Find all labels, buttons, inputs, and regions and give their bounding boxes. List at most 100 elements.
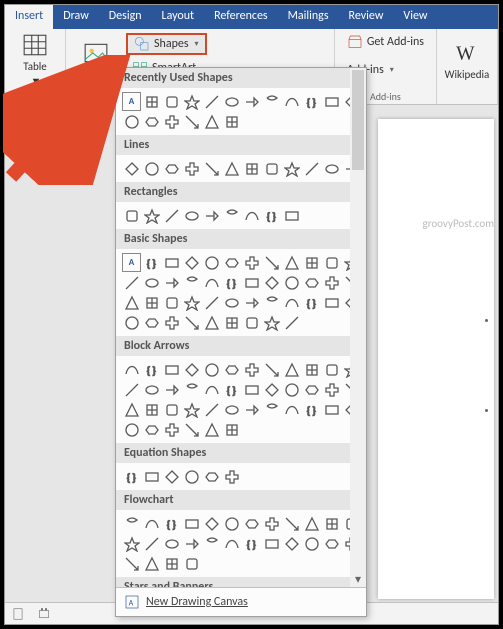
shape-item[interactable] [142, 400, 161, 419]
shape-item[interactable] [202, 313, 221, 332]
shape-item[interactable] [262, 534, 281, 553]
shape-item[interactable] [222, 253, 241, 272]
shape-item[interactable] [242, 360, 261, 379]
shape-item[interactable] [282, 273, 301, 292]
shape-item[interactable] [182, 159, 201, 178]
shape-item[interactable]: { } [122, 467, 141, 486]
shape-item[interactable]: { } [302, 293, 321, 312]
shape-item[interactable] [262, 400, 281, 419]
shapes-button[interactable]: Shapes ▾ [126, 33, 207, 55]
get-addins-button[interactable]: Get Add-ins [341, 31, 430, 53]
shape-item[interactable] [182, 420, 201, 439]
shape-item[interactable] [322, 253, 341, 272]
shape-item[interactable] [122, 420, 141, 439]
tab-review[interactable]: Review [339, 5, 394, 29]
shape-item[interactable] [162, 554, 181, 573]
shape-item[interactable] [302, 380, 321, 399]
pictures-button[interactable]: Pictures [72, 31, 120, 89]
shape-item[interactable] [222, 293, 241, 312]
shape-item[interactable] [182, 467, 201, 486]
shape-item[interactable] [282, 360, 301, 379]
shape-item[interactable]: { } [142, 360, 161, 379]
shape-item[interactable] [182, 313, 201, 332]
shape-item[interactable] [322, 360, 341, 379]
shape-item[interactable] [202, 420, 221, 439]
shape-item[interactable]: { } [222, 380, 241, 399]
shape-item[interactable]: { } [162, 514, 181, 533]
shape-item[interactable] [262, 253, 281, 272]
shape-item[interactable] [262, 360, 281, 379]
shape-item[interactable] [322, 92, 341, 111]
shape-item[interactable] [242, 514, 261, 533]
shape-item[interactable]: { } [302, 400, 321, 419]
shape-item[interactable] [162, 380, 181, 399]
shape-item[interactable] [182, 380, 201, 399]
shape-item[interactable] [162, 112, 181, 131]
shape-item[interactable] [322, 380, 341, 399]
shape-item[interactable] [322, 514, 341, 533]
shape-item[interactable] [202, 273, 221, 292]
shape-item[interactable] [322, 534, 341, 553]
tab-insert[interactable]: Insert [5, 5, 53, 29]
shape-item[interactable] [182, 112, 201, 131]
shape-item[interactable] [182, 253, 201, 272]
shape-item[interactable] [242, 400, 261, 419]
shape-item[interactable] [282, 206, 301, 225]
shape-item[interactable] [122, 514, 141, 533]
shape-item[interactable] [202, 206, 221, 225]
shape-item[interactable] [282, 400, 301, 419]
shape-item[interactable]: A [122, 92, 141, 111]
shape-item[interactable] [322, 273, 341, 292]
shape-item[interactable] [222, 313, 241, 332]
dropdown-scrollbar[interactable]: ▾ [350, 68, 366, 587]
shape-item[interactable] [162, 313, 181, 332]
shape-item[interactable] [282, 159, 301, 178]
shape-item[interactable] [242, 159, 261, 178]
shape-item[interactable]: { } [302, 92, 321, 111]
shape-item[interactable] [242, 253, 261, 272]
shape-item[interactable] [142, 534, 161, 553]
shape-item[interactable]: { } [222, 273, 241, 292]
table-button[interactable]: Table ▼ [11, 31, 59, 89]
shape-item[interactable] [202, 112, 221, 131]
shape-item[interactable] [122, 293, 141, 312]
shape-item[interactable] [162, 534, 181, 553]
shape-item[interactable] [202, 534, 221, 553]
shape-item[interactable] [122, 360, 141, 379]
shape-item[interactable] [122, 380, 141, 399]
shape-item[interactable] [202, 360, 221, 379]
shape-item[interactable] [222, 159, 241, 178]
shape-item[interactable] [122, 313, 141, 332]
shape-item[interactable] [302, 159, 321, 178]
shape-item[interactable] [122, 534, 141, 553]
shape-item[interactable] [262, 313, 281, 332]
scrollbar-thumb[interactable] [352, 70, 364, 170]
shape-item[interactable] [302, 360, 321, 379]
shape-item[interactable] [282, 313, 301, 332]
shape-item[interactable] [162, 360, 181, 379]
shape-item[interactable] [202, 92, 221, 111]
shape-item[interactable] [262, 514, 281, 533]
shape-item[interactable] [282, 380, 301, 399]
shape-item[interactable] [242, 206, 261, 225]
shape-item[interactable] [162, 467, 181, 486]
shape-item[interactable] [182, 273, 201, 292]
shape-item[interactable] [182, 360, 201, 379]
shape-item[interactable] [222, 400, 241, 419]
shape-item[interactable] [222, 112, 241, 131]
shape-item[interactable] [222, 514, 241, 533]
shape-item[interactable] [142, 313, 161, 332]
shape-item[interactable] [222, 206, 241, 225]
document-page[interactable] [378, 119, 494, 599]
tab-design[interactable]: Design [99, 5, 152, 29]
shape-item[interactable] [222, 467, 241, 486]
shape-item[interactable] [122, 206, 141, 225]
page-icon[interactable] [11, 607, 25, 621]
shape-item[interactable] [162, 92, 181, 111]
shape-item[interactable] [202, 400, 221, 419]
shape-item[interactable] [222, 420, 241, 439]
shape-item[interactable] [182, 400, 201, 419]
shape-item[interactable] [182, 206, 201, 225]
shape-item[interactable] [142, 112, 161, 131]
shape-item[interactable] [302, 514, 321, 533]
